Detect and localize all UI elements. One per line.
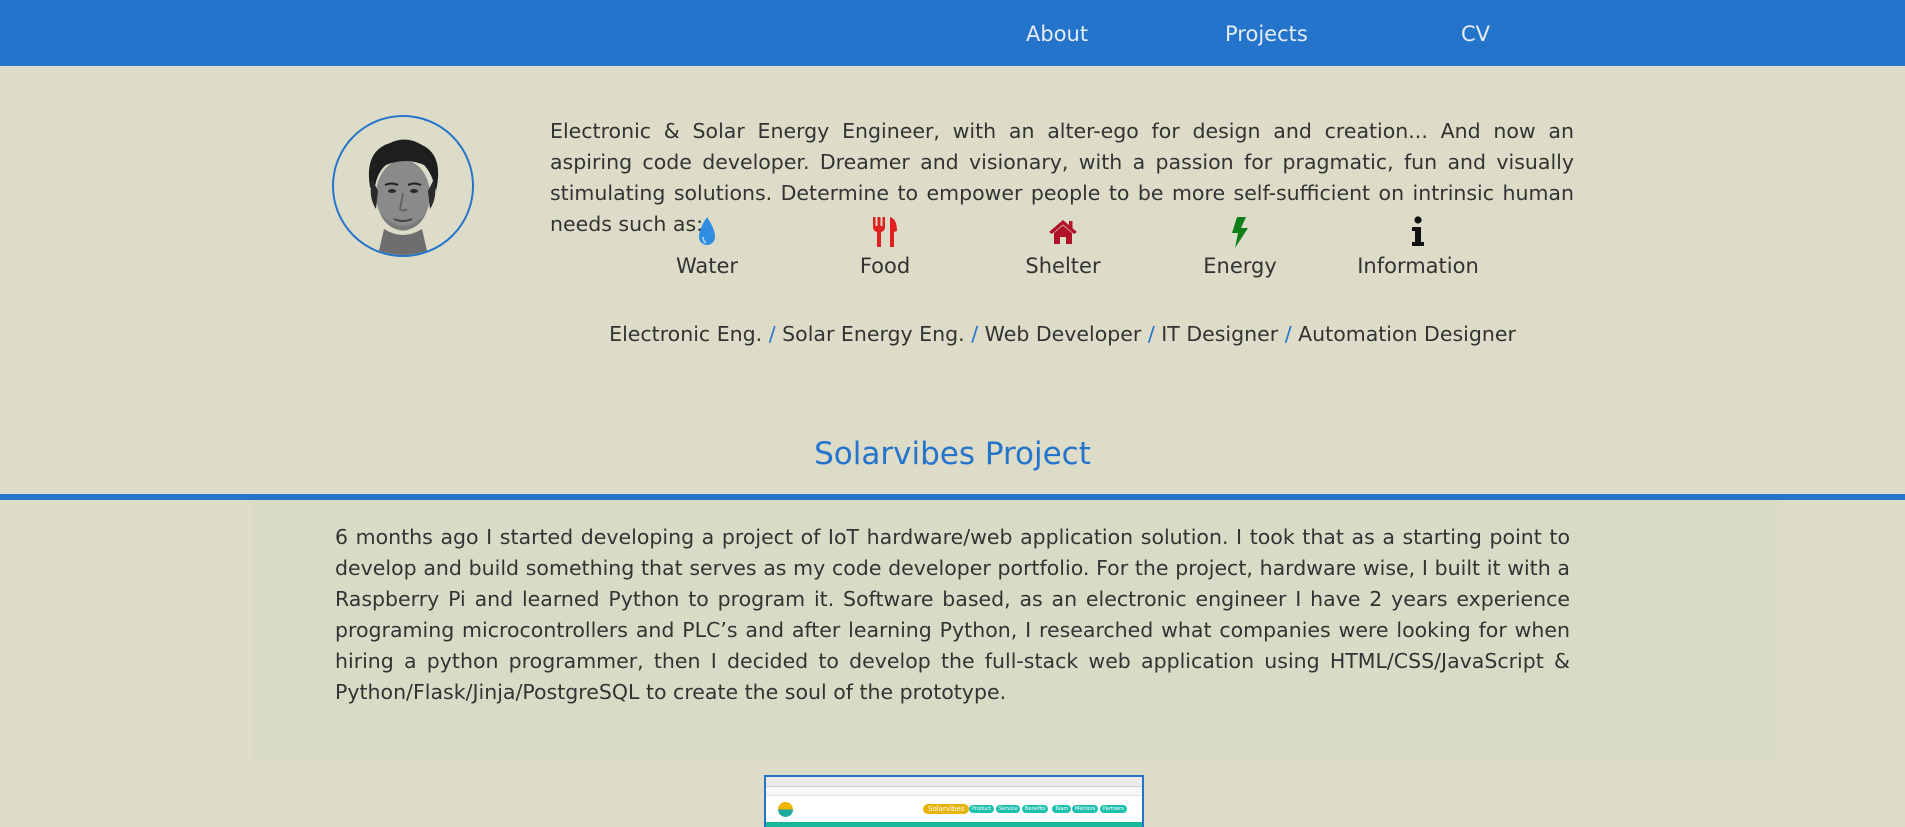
thumb-menu-pill: Mentors bbox=[1072, 805, 1099, 813]
project-screenshot-thumbnail[interactable]: Solarvibes Product Service Benefits Team… bbox=[764, 775, 1144, 827]
thumb-menu-pill: Team bbox=[1052, 805, 1072, 813]
need-label-water: Water bbox=[675, 254, 739, 278]
role-item: Electronic Eng. bbox=[609, 322, 763, 346]
thumb-browser-bar bbox=[766, 777, 1142, 787]
need-shelter: Shelter bbox=[993, 215, 1133, 279]
water-drop-icon bbox=[637, 215, 777, 253]
nav-link-cv[interactable]: CV bbox=[1461, 0, 1490, 66]
project-description: 6 months ago I started developing a proj… bbox=[335, 525, 1570, 704]
thumb-menu-pill: Service bbox=[996, 805, 1021, 813]
top-navbar: About Projects CV bbox=[0, 0, 1905, 66]
thumb-menu-pill: Benefits bbox=[1022, 805, 1049, 813]
fork-knife-icon bbox=[815, 215, 955, 253]
need-information: Information bbox=[1348, 215, 1488, 279]
need-label-energy: Energy bbox=[1203, 254, 1277, 278]
thumb-logo-icon bbox=[778, 802, 793, 817]
role-item: Automation Designer bbox=[1298, 322, 1516, 346]
project-section-title: Solarvibes Project bbox=[814, 436, 1091, 472]
nav-link-about[interactable]: About bbox=[1026, 0, 1088, 66]
thumb-brand-pill: Solarvibes bbox=[923, 804, 970, 814]
role-separator: / bbox=[1147, 322, 1162, 346]
need-food: Food bbox=[815, 215, 955, 279]
role-item: IT Designer bbox=[1161, 322, 1279, 346]
need-energy: Energy bbox=[1170, 215, 1310, 279]
role-separator: / bbox=[768, 322, 783, 346]
nav-link-projects[interactable]: Projects bbox=[1225, 0, 1308, 66]
info-icon bbox=[1348, 215, 1488, 253]
role-separator: / bbox=[971, 322, 985, 346]
thumb-menu-pill: Product bbox=[969, 805, 994, 813]
human-needs-list: Water Food Shelter Energy Information bbox=[0, 215, 1905, 285]
thumb-menu-pill: Partners bbox=[1100, 805, 1127, 813]
need-label-information: Information bbox=[1357, 254, 1479, 278]
thumb-bookmarks-bar bbox=[766, 787, 1142, 796]
house-icon bbox=[993, 215, 1133, 253]
role-separator: / bbox=[1284, 322, 1299, 346]
thumb-page: Solarvibes Product Service Benefits Team… bbox=[766, 796, 1142, 822]
role-item: Solar Energy Eng. bbox=[782, 322, 965, 346]
roles-line: Electronic Eng. / Solar Energy Eng. / We… bbox=[0, 320, 1905, 348]
need-label-food: Food bbox=[859, 254, 911, 278]
need-water: Water bbox=[637, 215, 777, 279]
role-item: Web Developer bbox=[984, 322, 1142, 346]
lightning-bolt-icon bbox=[1170, 215, 1310, 253]
need-label-shelter: Shelter bbox=[1025, 254, 1101, 278]
